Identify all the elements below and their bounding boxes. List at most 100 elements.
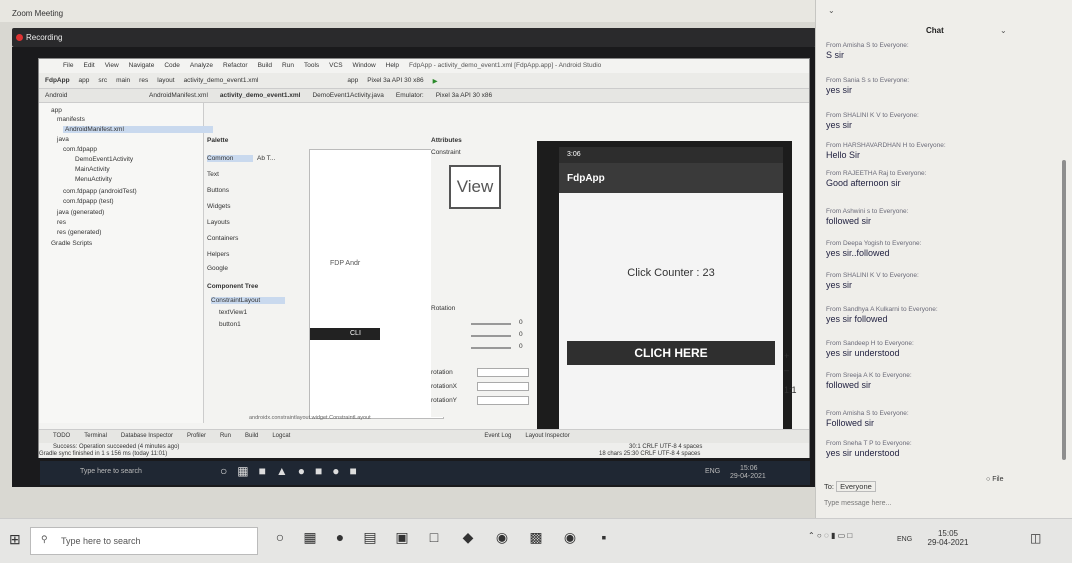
tab-emulator[interactable]: Emulator: (396, 92, 424, 102)
tool-layout-inspector[interactable]: Layout Inspector (525, 433, 569, 443)
tree-item-selected[interactable]: AndroidManifest.xml (63, 126, 213, 133)
tab-manifest[interactable]: AndroidManifest.xml (149, 92, 208, 102)
chevron-down-icon[interactable]: ⌄ (828, 6, 835, 15)
tree-item[interactable]: MenuActivity (75, 176, 112, 183)
breadcrumb-layout[interactable]: layout (157, 77, 174, 88)
palette-category[interactable]: Widgets (207, 203, 230, 210)
palette-category[interactable]: Common (207, 155, 253, 162)
tree-item[interactable]: res (generated) (57, 229, 101, 236)
tree-item[interactable]: Gradle Scripts (51, 240, 92, 247)
emulator-screen[interactable]: 3:06 FdpApp Click Counter : 23 CLICH HER… (559, 147, 783, 431)
chat-message: From HARSHAVARDHAN H to Everyone: Hello S… (826, 142, 946, 160)
tree-item[interactable]: java (57, 136, 69, 143)
palette-item[interactable]: Ab T... (257, 155, 275, 162)
tab-activity-xml[interactable]: activity_demo_event1.xml (220, 92, 301, 102)
palette-category[interactable]: Layouts (207, 219, 230, 226)
menu-run[interactable]: Run (282, 62, 294, 71)
breadcrumb-project[interactable]: FdpApp (45, 77, 70, 88)
chat-scrollbar[interactable] (1062, 160, 1066, 460)
tool-event-log[interactable]: Event Log (484, 433, 511, 443)
tool-todo[interactable]: TODO (53, 433, 70, 443)
menu-code[interactable]: Code (164, 62, 180, 71)
tool-logcat[interactable]: Logcat (272, 433, 290, 443)
component-child[interactable]: button1 (219, 321, 241, 328)
canvas-preview-button[interactable]: CLI (310, 328, 380, 340)
android-studio-icon[interactable]: ▪ (594, 529, 614, 551)
project-view-select[interactable]: Android (45, 92, 137, 102)
breadcrumb-file[interactable]: activity_demo_event1.xml (184, 77, 259, 88)
tree-item[interactable]: MainActivity (75, 166, 110, 173)
tree-item[interactable]: manifests (57, 116, 85, 123)
tree-item[interactable]: com.fdpapp (63, 146, 97, 153)
tree-item[interactable]: res (57, 219, 66, 226)
language-indicator[interactable]: ENG (897, 536, 912, 543)
breadcrumb-main[interactable]: main (116, 77, 130, 88)
attr-input[interactable] (477, 396, 529, 405)
menu-vcs[interactable]: VCS (329, 62, 342, 71)
task-view-icon[interactable]: ○ (270, 529, 290, 551)
menu-navigate[interactable]: Navigate (129, 62, 155, 71)
run-config-select[interactable]: app (347, 77, 358, 88)
app-icon[interactable]: ▩ (526, 529, 546, 551)
tab-java[interactable]: DemoEvent1Activity.java (312, 92, 383, 102)
chat-options-icon[interactable]: ⌄ (1000, 26, 1007, 35)
tool-run[interactable]: Run (220, 433, 231, 443)
breadcrumb-res[interactable]: res (139, 77, 148, 88)
attr-input[interactable] (477, 368, 529, 377)
component-root[interactable]: ConstraintLayout (211, 297, 285, 304)
tool-database[interactable]: Database Inspector (121, 433, 173, 443)
device-select[interactable]: Pixel 3a API 30 x86 (367, 77, 423, 88)
menu-file[interactable]: File (63, 62, 73, 71)
mail-icon[interactable]: □ (424, 529, 444, 551)
fit-screen-icon[interactable]: 1:1 (784, 385, 797, 395)
chat-recipient[interactable]: To: Everyone (824, 481, 876, 492)
menu-build[interactable]: Build (258, 62, 272, 71)
app-icon[interactable]: ◆ (458, 529, 478, 551)
chrome-icon[interactable]: ◉ (492, 529, 512, 551)
component-child[interactable]: textView1 (219, 309, 247, 316)
menu-window[interactable]: Window (353, 62, 376, 71)
recording-indicator[interactable]: Recording (12, 28, 816, 47)
tree-item[interactable]: DemoEvent1Activity (75, 156, 133, 163)
browser-icon[interactable]: ● (330, 529, 350, 551)
menu-edit[interactable]: Edit (83, 62, 94, 71)
menu-analyze[interactable]: Analyze (190, 62, 213, 71)
palette-category[interactable]: Containers (207, 235, 238, 242)
click-here-button[interactable]: CLICH HERE (567, 341, 775, 365)
attr-input[interactable] (477, 382, 529, 391)
palette-category[interactable]: Helpers (207, 251, 229, 258)
windows-start-icon[interactable]: ⊞ (9, 531, 21, 548)
tree-item[interactable]: com.fdpapp (test) (63, 198, 114, 205)
file-button[interactable]: ○ File (986, 476, 1003, 483)
store-icon[interactable]: ▣ (392, 529, 412, 551)
tab-device[interactable]: Pixel 3a API 30 x86 (436, 92, 492, 102)
tool-profiler[interactable]: Profiler (187, 433, 206, 443)
tool-terminal[interactable]: Terminal (84, 433, 107, 443)
menu-view[interactable]: View (105, 62, 119, 71)
to-select[interactable]: Everyone (836, 481, 876, 492)
chat-message-input[interactable]: Type message here... (824, 500, 891, 507)
zoom-out-icon[interactable]: – (784, 365, 789, 375)
design-canvas[interactable]: FDP Andr CLI (309, 149, 444, 419)
taskbar-search-input[interactable]: ⚲ Type here to search (30, 527, 258, 555)
palette-category[interactable]: Text (207, 171, 219, 178)
menu-tools[interactable]: Tools (304, 62, 319, 71)
system-tray[interactable]: ⌃ ○ ◌ ▮ ▭ □ (808, 531, 852, 540)
zoom-app-icon[interactable]: ◉ (560, 529, 580, 551)
tree-item[interactable]: com.fdpapp (androidTest) (63, 188, 137, 195)
zoom-in-icon[interactable]: + (784, 351, 789, 361)
tree-item[interactable]: app (51, 107, 62, 114)
tree-item[interactable]: java (generated) (57, 209, 104, 216)
palette-category[interactable]: Google (207, 265, 228, 272)
breadcrumb-src[interactable]: src (98, 77, 107, 88)
palette-category[interactable]: Buttons (207, 187, 229, 194)
notification-icon[interactable]: ◫ (1030, 531, 1041, 545)
files-icon[interactable]: ▤ (360, 529, 380, 551)
run-icon[interactable]: ▶ (433, 77, 438, 88)
task-switch-icon[interactable]: ▦ (300, 529, 320, 551)
taskbar-clock[interactable]: 15:05 29-04-2021 (925, 529, 971, 547)
menu-refactor[interactable]: Refactor (223, 62, 248, 71)
menu-help[interactable]: Help (386, 62, 399, 71)
breadcrumb-app[interactable]: app (79, 77, 90, 88)
tool-build[interactable]: Build (245, 433, 258, 443)
